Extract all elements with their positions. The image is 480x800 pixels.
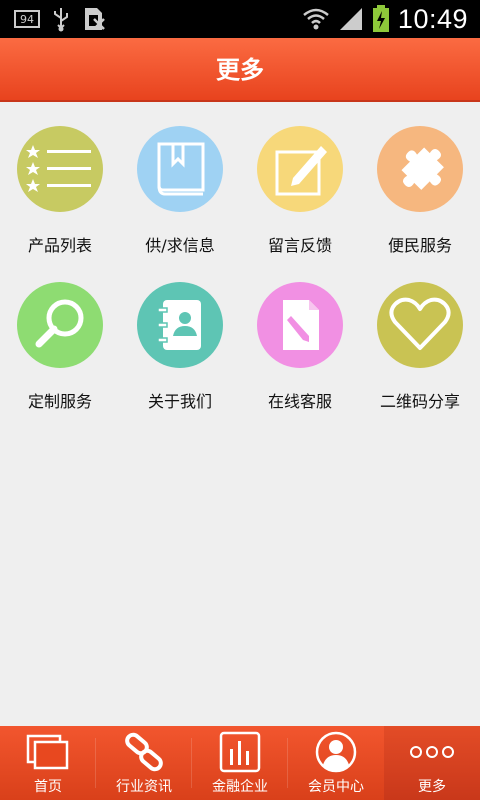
nav-item-member-center[interactable]: 会员中心: [288, 726, 384, 800]
list-icon: [26, 145, 91, 192]
puzzle-icon: [401, 147, 444, 190]
wifi-icon: [303, 8, 329, 30]
page-title: 更多: [216, 56, 264, 84]
nav-label: 金融企业: [212, 779, 268, 795]
clock: 10:49: [397, 3, 468, 34]
home-icon: [26, 734, 69, 770]
nav-item-home[interactable]: 首页: [0, 726, 96, 800]
heart-icon: [389, 297, 451, 350]
grid-item-label: 产品列表: [27, 236, 92, 255]
custom-services-circle: [17, 282, 103, 368]
document-edit-icon: [283, 300, 319, 350]
book-icon: [157, 142, 205, 196]
nav-item-finance-enterprise[interactable]: 金融企业: [192, 726, 288, 800]
nav-item-industry-news[interactable]: 行业资讯: [96, 726, 192, 800]
grid-item-label: 在线客服: [267, 392, 332, 411]
more-icon: [410, 746, 454, 758]
grid-item-label: 留言反馈: [267, 236, 332, 255]
signal-icon: [339, 8, 362, 30]
grid-item-qr-share[interactable]: 二维码分享: [360, 260, 480, 411]
grid-item-label: 定制服务: [27, 392, 92, 411]
grid-item-label: 供/求信息: [145, 236, 215, 255]
usb-icon: [54, 8, 68, 32]
supply-demand-circle: [137, 126, 223, 212]
grid-item-label: 二维码分享: [379, 392, 460, 411]
user-icon: [315, 731, 357, 773]
product-list-circle: [17, 126, 103, 212]
nav-label: 行业资讯: [116, 779, 172, 795]
nav-label: 会员中心: [308, 779, 364, 795]
chart-icon: [219, 731, 261, 773]
nav-label: 首页: [34, 779, 62, 795]
grid-item-about-us[interactable]: 关于我们: [120, 260, 240, 411]
grid-item-label: 关于我们: [147, 392, 212, 411]
status-bar: 94 10:49: [0, 0, 480, 38]
sim-card-icon: [85, 8, 105, 30]
grid-item-convenience-services[interactable]: 便民服务: [360, 104, 480, 255]
nav-label: 更多: [418, 779, 446, 795]
about-us-circle: [137, 282, 223, 368]
contact-book-icon: [157, 300, 201, 350]
grid-item-custom-services[interactable]: 定制服务: [0, 260, 120, 411]
bottom-navigation: 首页 行业资讯 金融企业 会员中心 更多: [0, 726, 480, 800]
grid-item-label: 便民服务: [387, 236, 452, 255]
battery-charging-icon: [372, 5, 389, 32]
feedback-circle: [257, 126, 343, 212]
online-support-circle: [257, 282, 343, 368]
status-system: 10:49: [302, 4, 468, 34]
status-notifications: 94: [14, 6, 106, 32]
link-icon: [125, 732, 163, 772]
grid-item-supply-demand[interactable]: 供/求信息: [120, 104, 240, 255]
convenience-services-circle: [377, 126, 463, 212]
edit-icon: [275, 146, 327, 196]
grid-item-online-support[interactable]: 在线客服: [240, 260, 360, 411]
nav-item-more[interactable]: 更多: [384, 726, 480, 800]
header-bar: 更多: [0, 38, 480, 102]
grid-item-feedback[interactable]: 留言反馈: [240, 104, 360, 255]
battery-badge: 94: [14, 10, 40, 28]
search-icon: [35, 299, 84, 348]
qr-share-circle: [377, 282, 463, 368]
grid-item-product-list[interactable]: 产品列表: [0, 104, 120, 255]
